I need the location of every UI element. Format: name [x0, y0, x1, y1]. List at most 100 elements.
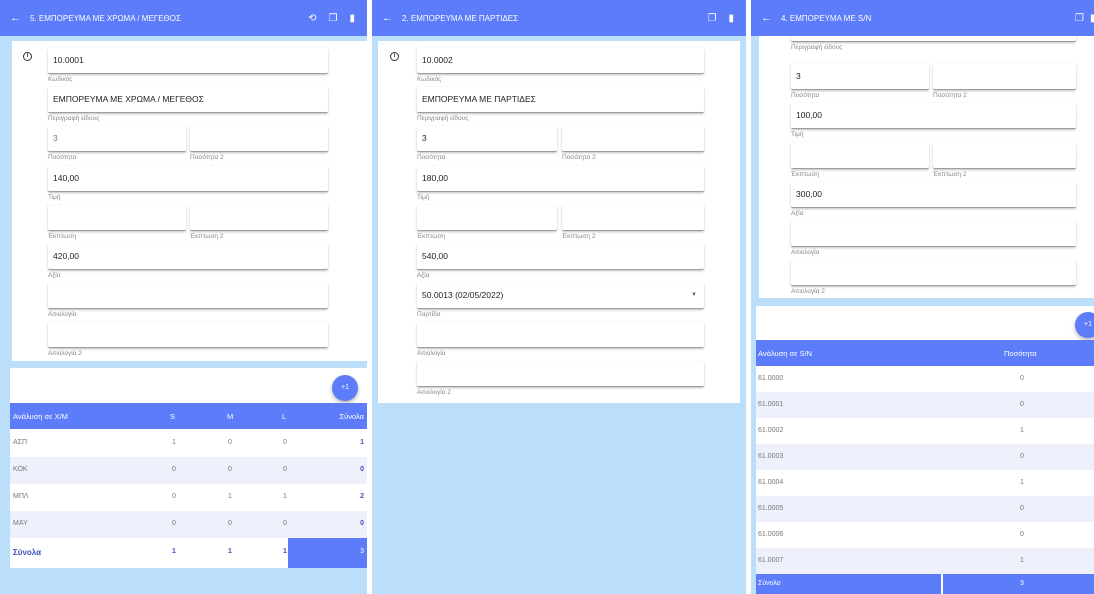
reason-field[interactable]	[791, 221, 1076, 247]
discount2-field[interactable]	[933, 143, 1076, 169]
grand-total-cell: 3	[288, 538, 367, 568]
cell-s: 1	[172, 439, 176, 446]
description-field[interactable]: ΕΜΠΟΡΕΥΜΑ ΜΕ ΠΑΡΤΙΔΕΣ	[417, 87, 704, 113]
totals-label: Σύνολα	[13, 548, 42, 557]
table-row[interactable]: 61.0007 1	[756, 548, 1094, 574]
page-title: 2. ΕΜΠΟΡΕΥΜΑ ΜΕ ΠΑΡΤΙΔΕΣ	[402, 13, 519, 23]
serial-quantity: 1	[1020, 427, 1024, 434]
table-row[interactable]: 61.0000 0	[756, 366, 1094, 392]
cell-total: 0	[360, 466, 364, 473]
chevron-down-icon[interactable]: ▼	[691, 292, 697, 298]
app-bar: ← 2. ΕΜΠΟΡΕΥΜΑ ΜΕ ΠΑΡΤΙΔΕΣ ❐ ▮	[372, 0, 746, 36]
table-row[interactable]: 61.0005 0	[756, 496, 1094, 522]
reason2-field[interactable]	[791, 260, 1076, 286]
copy-icon[interactable]: ❐	[1075, 13, 1084, 24]
value-label: Αξία	[417, 272, 430, 279]
discount2-field[interactable]	[562, 205, 704, 231]
price-field[interactable]: 100,00	[791, 103, 1076, 129]
row-name: ΑΣΠ	[13, 439, 28, 446]
delete-icon[interactable]: ▮	[1090, 13, 1094, 24]
reason2-field[interactable]	[417, 361, 704, 387]
value-label: Αξία	[791, 210, 804, 217]
back-arrow-icon[interactable]: ←	[382, 12, 394, 24]
quantity-field[interactable]: 3	[48, 126, 186, 152]
cell-m: 0	[228, 520, 232, 527]
value-label: Αξία	[48, 272, 61, 279]
table-row[interactable]: ΜΑΥ 0 0 0 0	[10, 511, 367, 538]
price-field[interactable]: 180,00	[417, 166, 704, 192]
table-row[interactable]: 61.0006 0	[756, 522, 1094, 548]
table-row[interactable]: 61.0003 0	[756, 444, 1094, 470]
header-analysis: Ανάλυση σε Χ/Μ	[13, 412, 68, 421]
copy-icon[interactable]: ❐	[708, 13, 717, 24]
discount-field[interactable]	[48, 205, 186, 231]
add-one-button[interactable]: +1	[1075, 312, 1094, 338]
serial-number: 61.0004	[758, 479, 784, 486]
table-row[interactable]: ΑΣΠ 1 0 0 1	[10, 430, 367, 457]
price-label: Τιμή	[417, 194, 430, 201]
reason-label: Αιτιολογία	[48, 311, 77, 318]
delete-icon[interactable]: ▮	[728, 13, 734, 24]
reason-field[interactable]	[417, 322, 704, 348]
info-icon[interactable]: i	[23, 52, 32, 61]
cell-m: 1	[228, 493, 232, 500]
discount-field[interactable]	[791, 143, 929, 169]
totals-label: Σύνολο	[758, 580, 781, 587]
add-one-button[interactable]: +1	[332, 375, 358, 401]
discount-field[interactable]	[417, 205, 557, 231]
quantity2-field[interactable]	[190, 126, 328, 152]
reason-label: Αιτιολογία	[791, 249, 820, 256]
row-name: ΚΟΚ	[13, 466, 28, 473]
quantity-field[interactable]: 3	[417, 126, 557, 152]
discount-label: Έκπτωση	[48, 233, 77, 240]
code-field[interactable]: 10.0002	[417, 48, 704, 74]
table-row[interactable]: 61.0004 1	[756, 470, 1094, 496]
discount2-field[interactable]	[190, 205, 328, 231]
reason-label: Αιτιολογία	[417, 350, 446, 357]
serial-quantity: 0	[1020, 375, 1024, 382]
value-field[interactable]: 300,00	[791, 182, 1076, 208]
value-field[interactable]: 420,00	[48, 244, 328, 270]
table-row[interactable]: 61.0001 0	[756, 392, 1094, 418]
back-arrow-icon[interactable]: ←	[761, 12, 773, 24]
description-field[interactable]: ΕΜΠΟΡΕΥΜΑ ΜΕ ΧΡΩΜΑ / ΜΕΓΕΘΟΣ	[48, 87, 328, 113]
table-row[interactable]: ΚΟΚ 0 0 0 0	[10, 457, 367, 484]
description-label: Περιγραφή είδους	[417, 115, 469, 122]
serial-number: 61.0003	[758, 453, 784, 460]
serial-quantity: 1	[1020, 557, 1024, 564]
grand-total-value: 3	[360, 548, 364, 555]
item-form-card: ΕΜΠΟΡΕΥΜΑ ΜΕ S/N Περιγραφή είδους 3 Ποσό…	[759, 16, 1094, 298]
total-s: 1	[172, 548, 176, 555]
panel-serial-number-item: ΕΜΠΟΡΕΥΜΑ ΜΕ S/N Περιγραφή είδους 3 Ποσό…	[751, 0, 1094, 594]
back-arrow-icon[interactable]: ←	[10, 12, 22, 24]
cell-m: 0	[228, 439, 232, 446]
panel-batch-item: ← 2. ΕΜΠΟΡΕΥΜΑ ΜΕ ΠΑΡΤΙΔΕΣ ❐ ▮ i 10.0002…	[372, 0, 746, 594]
reason-field[interactable]	[48, 283, 328, 309]
quantity2-field[interactable]	[562, 126, 704, 152]
delete-icon[interactable]: ▮	[349, 13, 355, 24]
history-icon[interactable]: ⟲	[308, 13, 316, 24]
header-serial-analysis: Ανάλυση σε S/N	[758, 349, 813, 358]
info-icon[interactable]: i	[390, 52, 399, 61]
price-field[interactable]: 140,00	[48, 166, 328, 192]
copy-icon[interactable]: ❐	[329, 13, 338, 24]
quantity-field[interactable]: 3	[791, 64, 929, 90]
discount2-label: Έκπτωση 2	[562, 233, 596, 240]
code-field[interactable]: 10.0001	[48, 48, 328, 74]
value-field[interactable]: 540,00	[417, 244, 704, 270]
table-row[interactable]: 61.0002 1	[756, 418, 1094, 444]
serial-number: 61.0006	[758, 531, 784, 538]
quantity-label: Ποσότητα	[417, 154, 446, 161]
code-label: Κωδικός	[417, 76, 442, 83]
total-l: 1	[283, 548, 287, 555]
batch-select[interactable]: 50.0013 (02/05/2022)	[417, 283, 704, 309]
totals-row: Σύνολα 1 1 1 3	[10, 538, 367, 568]
description-label: Περιγραφή είδους	[48, 115, 100, 122]
table-row[interactable]: ΜΠΛ 0 1 1 2	[10, 484, 367, 511]
quantity2-field[interactable]	[933, 64, 1076, 90]
reason2-field[interactable]	[48, 322, 328, 348]
cell-l: 0	[283, 439, 287, 446]
totals-value: 3	[1020, 580, 1024, 587]
price-label: Τιμή	[791, 131, 804, 138]
panel-color-size-item: ← 5. ΕΜΠΟΡΕΥΜΑ ΜΕ ΧΡΩΜΑ / ΜΕΓΕΘΟΣ ⟲ ❐ ▮ …	[0, 0, 367, 594]
